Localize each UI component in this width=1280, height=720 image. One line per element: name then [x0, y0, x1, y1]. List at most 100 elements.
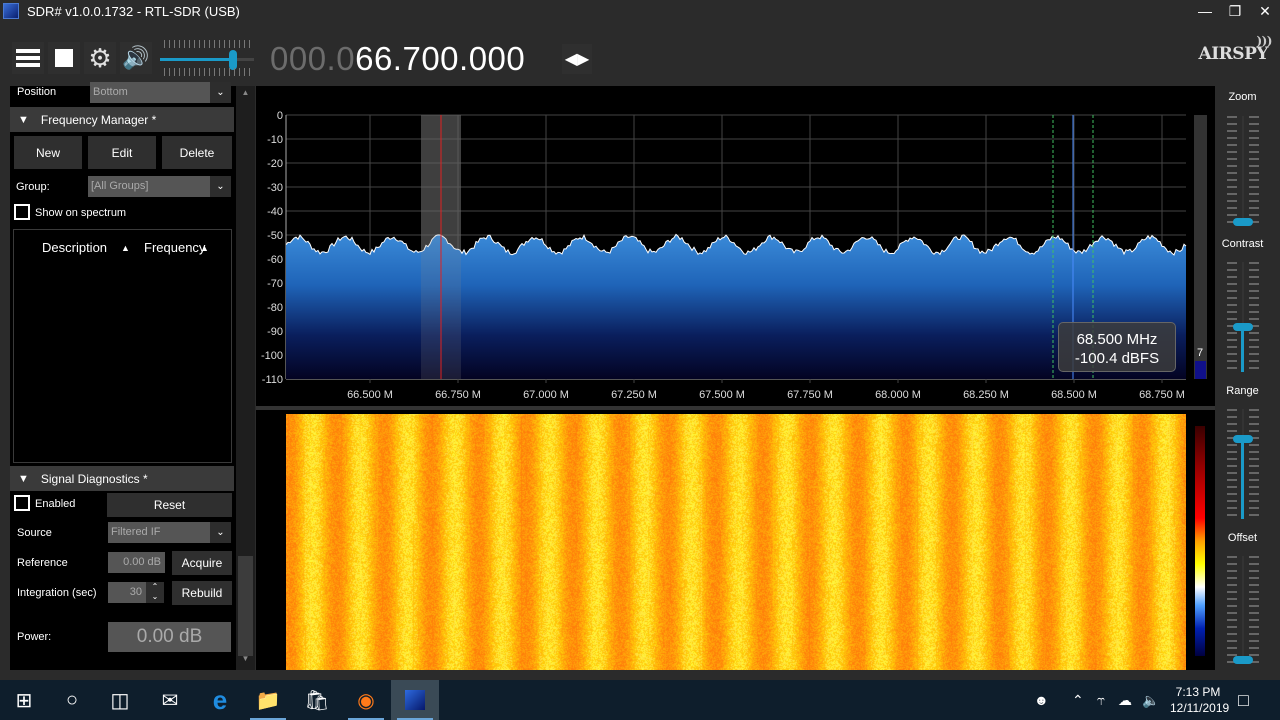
volume-icon[interactable]: 🔈 [1142, 680, 1159, 720]
signal-diagnostics-title: Signal Diagnostics * [40, 471, 148, 486]
spectrum-analyzer[interactable]: 0 -10 -20 -30 -40 -50 -60 -70 -80 -90 -100 -110 66.… [256, 86, 1215, 406]
scroll-down-arrow-icon[interactable]: ▼ [236, 654, 255, 668]
chevron-down-icon: ⌄ [151, 592, 159, 601]
minimize-button[interactable]: — [1190, 0, 1220, 22]
sdrsharp-icon[interactable] [391, 680, 439, 720]
reference-field[interactable]: 0.00 dB [108, 552, 165, 573]
level-meter-value: 7 [1197, 347, 1203, 359]
range-slider[interactable] [1225, 409, 1261, 519]
tooltip-level: -100.4 dBFS [1074, 350, 1160, 367]
position-select[interactable]: Bottom ⌄ [90, 82, 231, 103]
system-clock[interactable]: 7:13 PM 12/11/2019 [1170, 684, 1229, 716]
y-tick-label: -60 [267, 254, 283, 266]
x-tick-label: 66.500 M [347, 389, 393, 401]
sort-up-icon: ▲ [200, 243, 209, 253]
signal-waves-icon: ))) [1256, 34, 1272, 48]
windows-start-icon[interactable]: ⊞ [0, 680, 48, 720]
waterfall-display[interactable] [256, 410, 1215, 670]
mail-icon[interactable]: ✉ [146, 680, 194, 720]
restore-button[interactable]: ❐ [1220, 0, 1250, 22]
cortana-search-icon[interactable]: ○ [48, 680, 96, 720]
level-meter [1194, 115, 1207, 379]
close-button[interactable]: ✕ [1250, 0, 1280, 22]
hamburger-icon [16, 46, 40, 70]
show-hidden-icons-chevron[interactable]: ⌃ [1072, 680, 1084, 720]
delete-button[interactable]: Delete [162, 136, 232, 169]
x-tick-label: 67.000 M [523, 389, 569, 401]
offset-slider-thumb[interactable] [1233, 656, 1253, 664]
x-tick-label: 68.750 M [1139, 389, 1185, 401]
cursor-tooltip: 68.500 MHz -100.4 dBFS [1058, 322, 1176, 372]
y-tick-label: -80 [267, 302, 283, 314]
contrast-slider-thumb[interactable] [1233, 323, 1253, 332]
onedrive-cloud-icon[interactable]: ☁ [1118, 680, 1132, 720]
frequency-manager-header[interactable]: ▼ Frequency Manager * [10, 107, 234, 132]
show-on-spectrum-checkbox[interactable] [14, 204, 30, 220]
group-select[interactable]: [All Groups] ⌄ [88, 176, 231, 197]
x-tick-label: 67.500 M [699, 389, 745, 401]
y-tick-label: -10 [267, 134, 283, 146]
audio-button[interactable]: 🔊 [120, 42, 152, 74]
y-tick-label: -40 [267, 206, 283, 218]
zoom-slider-thumb[interactable] [1233, 218, 1253, 226]
left-right-arrows-icon: ◀▶ [564, 51, 590, 68]
signal-diagnostics-header[interactable]: ▼ Signal Diagnostics * [10, 466, 234, 491]
x-tick-label: 68.250 M [963, 389, 1009, 401]
source-select[interactable]: Filtered IF ⌄ [108, 522, 231, 543]
edge-icon[interactable]: e [196, 680, 244, 720]
column-frequency[interactable]: Frequency [144, 240, 205, 255]
right-panel: Zoom Contrast Range Offset [1215, 86, 1280, 670]
contrast-slider[interactable] [1225, 262, 1261, 372]
tuning-mode-button[interactable]: ◀▶ [562, 44, 592, 74]
toolbar: ⚙ 🔊 000.066.700.000 ◀▶ AIRSPY ))) [0, 30, 1280, 86]
frequency-display[interactable]: 000.066.700.000 [270, 40, 525, 78]
edit-button[interactable]: Edit [88, 136, 156, 169]
enabled-checkbox[interactable] [14, 495, 30, 511]
collapse-triangle-icon: ▼ [18, 472, 29, 485]
scrollbar-thumb[interactable] [238, 556, 253, 656]
y-tick-label: -110 [262, 374, 283, 386]
integration-field[interactable]: 30 [108, 582, 146, 603]
action-center-icon[interactable]: □ [1238, 680, 1249, 720]
acquire-button[interactable]: Acquire [172, 551, 232, 575]
menu-button[interactable] [12, 42, 44, 74]
zoom-slider[interactable] [1225, 116, 1261, 226]
task-view-icon[interactable]: ◫ [96, 680, 144, 720]
column-description[interactable]: Description [42, 240, 107, 255]
level-meter-fill [1195, 361, 1206, 379]
rebuild-button[interactable]: Rebuild [172, 581, 232, 605]
volume-ticks-bottom [164, 68, 250, 76]
reset-button[interactable]: Reset [107, 493, 232, 517]
volume-slider[interactable] [160, 38, 254, 78]
volume-thumb[interactable] [229, 50, 238, 70]
store-icon[interactable]: 🛍 [293, 680, 341, 720]
reference-label: Reference [17, 557, 68, 569]
position-value: Bottom [93, 86, 128, 98]
airspy-logo: AIRSPY ))) [1199, 34, 1273, 64]
frequency-list[interactable]: Description ▲ Frequency ▲ [13, 229, 232, 463]
file-explorer-icon[interactable]: 📁 [244, 680, 292, 720]
scroll-up-arrow-icon[interactable]: ▲ [236, 88, 255, 102]
wifi-icon[interactable]: ⥾ [1097, 680, 1105, 720]
settings-button[interactable]: ⚙ [84, 42, 116, 74]
offset-slider[interactable] [1225, 556, 1261, 664]
new-button[interactable]: New [14, 136, 82, 169]
integration-stepper[interactable]: ⌃ ⌄ [146, 582, 164, 603]
chevron-down-icon: ⌄ [210, 176, 231, 197]
gear-icon: ⚙ [88, 42, 112, 73]
left-panel-scrollbar[interactable]: ▲ ▼ [236, 86, 255, 670]
waterfall-color-scale [1195, 426, 1205, 656]
enabled-label: Enabled [35, 498, 76, 510]
range-slider-thumb[interactable] [1233, 434, 1253, 443]
y-tick-label: -30 [267, 182, 283, 194]
position-label: Position [17, 86, 57, 98]
offset-label: Offset [1227, 532, 1258, 544]
waterfall-canvas[interactable] [286, 414, 1186, 670]
people-icon[interactable]: ☻ [1034, 680, 1049, 720]
y-tick-label: -90 [267, 326, 283, 338]
tooltip-frequency: 68.500 MHz [1076, 331, 1158, 348]
taskbar: ⊞ ○ ◫ ✉ e 📁 🛍 ◉ ☻ ⌃ ⥾ ☁ 🔈 7:13 PM 12/11/… [0, 680, 1280, 720]
firefox-icon[interactable]: ◉ [342, 680, 390, 720]
y-tick-label: -70 [267, 278, 283, 290]
stop-button[interactable] [48, 42, 80, 74]
